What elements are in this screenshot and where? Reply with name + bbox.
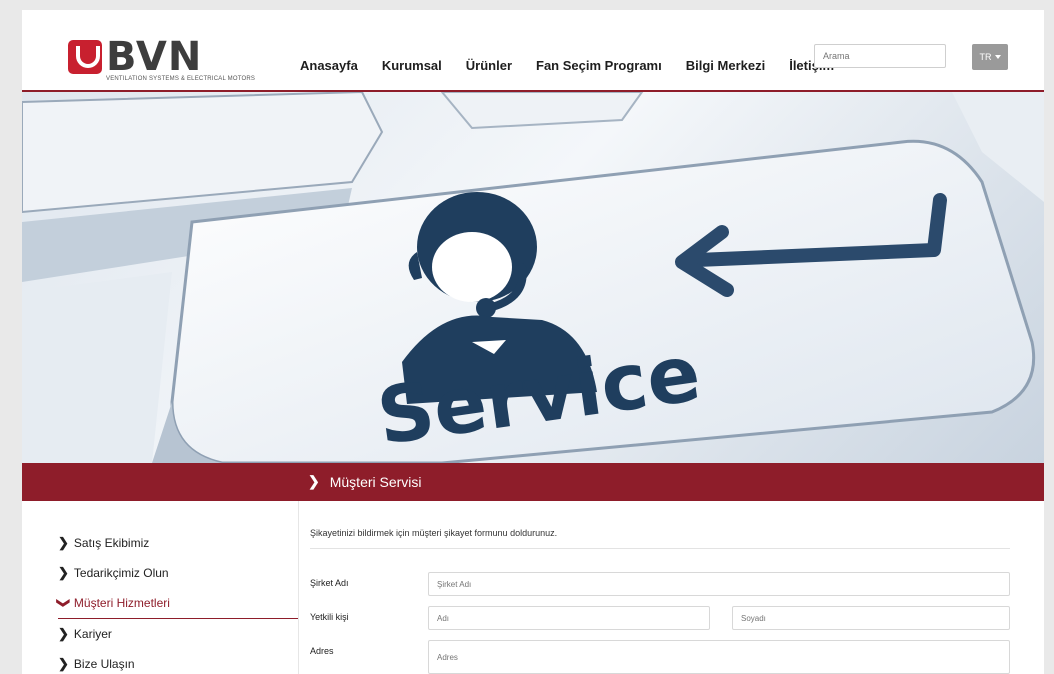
form-intro: Şikayetinizi bildirmek için müşteri şika… bbox=[310, 528, 1010, 549]
search-input[interactable] bbox=[814, 44, 946, 68]
language-label: TR bbox=[979, 52, 992, 62]
sidebar-item-sales-team[interactable]: ❯ Satış Ekibimiz bbox=[58, 528, 298, 558]
page-title-band: ❯ Müşteri Servisi bbox=[22, 463, 1044, 501]
sidebar-item-label: Kariyer bbox=[73, 627, 112, 641]
nav-knowledge-center[interactable]: Bilgi Merkezi bbox=[686, 58, 765, 73]
address-label: Adres bbox=[310, 646, 334, 656]
language-dropdown[interactable]: TR bbox=[972, 44, 1008, 70]
chevron-right-icon: ❯ bbox=[58, 565, 69, 580]
main-nav: Anasayfa Kurumsal Ürünler Fan Seçim Prog… bbox=[300, 58, 834, 73]
logo-text: BVN bbox=[106, 34, 203, 80]
sidebar-item-supplier[interactable]: ❯ Tedarikçimiz Olun bbox=[58, 558, 298, 588]
complaint-form: Şikayetinizi bildirmek için müşteri şika… bbox=[310, 528, 1010, 674]
sidebar: ❯ Satış Ekibimiz ❯ Tedarikçimiz Olun ❯ M… bbox=[56, 528, 298, 674]
nav-fan-selection[interactable]: Fan Seçim Programı bbox=[536, 58, 662, 73]
sidebar-item-label: Tedarikçimiz Olun bbox=[73, 566, 169, 580]
sidebar-item-customer-services[interactable]: ❯ Müşteri Hizmetleri bbox=[56, 588, 298, 619]
caret-down-icon bbox=[994, 55, 1001, 59]
nav-home[interactable]: Anasayfa bbox=[300, 58, 358, 73]
hero-banner: Service bbox=[22, 92, 1044, 463]
contact-label: Yetkili kişi bbox=[310, 612, 349, 622]
company-row: Şirket Adı bbox=[310, 572, 1010, 598]
sidebar-item-career[interactable]: ❯ Kariyer bbox=[58, 619, 298, 649]
address-row: Adres bbox=[310, 640, 1010, 674]
first-name-field[interactable] bbox=[428, 606, 710, 630]
column-divider bbox=[298, 501, 299, 674]
company-label: Şirket Adı bbox=[310, 578, 349, 588]
contact-row: Yetkili kişi bbox=[310, 606, 1010, 632]
sidebar-item-contact-us[interactable]: ❯ Bize Ulaşın bbox=[58, 649, 298, 674]
company-name-field[interactable] bbox=[428, 572, 1010, 596]
site-header: BVN VENTILATION SYSTEMS & ELECTRICAL MOT… bbox=[22, 10, 1044, 92]
chevron-right-icon: ❯ bbox=[58, 626, 69, 641]
chevron-right-icon: ❯ bbox=[58, 535, 69, 550]
nav-products[interactable]: Ürünler bbox=[466, 58, 512, 73]
logo-tagline: VENTILATION SYSTEMS & ELECTRICAL MOTORS bbox=[106, 76, 256, 82]
sidebar-item-label: Satış Ekibimiz bbox=[73, 536, 150, 550]
address-field[interactable] bbox=[428, 640, 1010, 674]
page-title-text: Müşteri Servisi bbox=[329, 473, 422, 490]
bvn-logo[interactable]: BVN VENTILATION SYSTEMS & ELECTRICAL MOT… bbox=[68, 34, 255, 88]
chevron-down-icon: ❯ bbox=[56, 597, 72, 609]
sidebar-item-label: Bize Ulaşın bbox=[73, 657, 135, 671]
last-name-field[interactable] bbox=[732, 606, 1010, 630]
bvn-logo-mark-icon bbox=[68, 40, 102, 74]
chevron-right-icon: ❯ bbox=[58, 656, 69, 671]
page: BVN VENTILATION SYSTEMS & ELECTRICAL MOT… bbox=[22, 10, 1044, 674]
page-title: ❯ Müşteri Servisi bbox=[308, 473, 422, 490]
hero-keyboard-image: Service bbox=[22, 92, 1044, 463]
sidebar-item-label: Müşteri Hizmetleri bbox=[73, 596, 170, 610]
chevron-right-icon: ❯ bbox=[308, 473, 320, 489]
nav-corporate[interactable]: Kurumsal bbox=[382, 58, 442, 73]
